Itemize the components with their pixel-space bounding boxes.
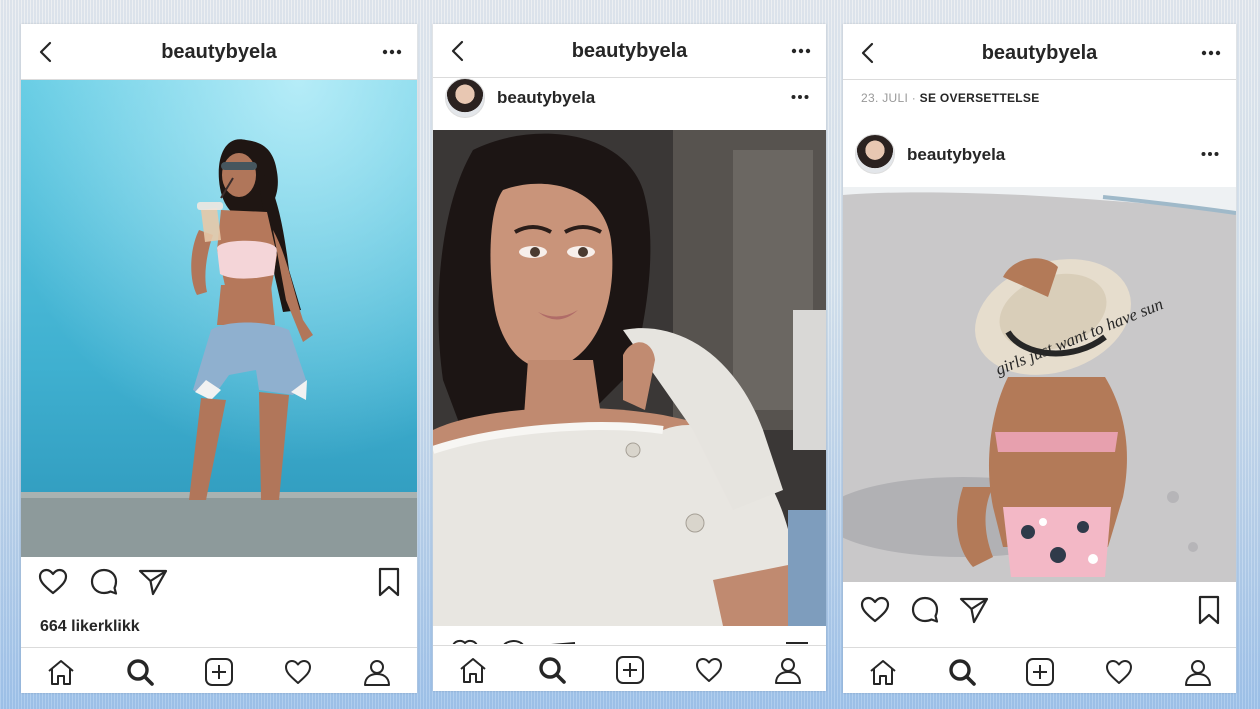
more-dots-icon[interactable] bbox=[1200, 150, 1220, 158]
post-username[interactable]: beautybyela bbox=[907, 145, 1005, 165]
photo-selfie bbox=[433, 130, 826, 626]
post-date: 23. JULI bbox=[861, 91, 909, 105]
heart-icon[interactable] bbox=[283, 657, 313, 687]
add-post-icon[interactable] bbox=[204, 657, 234, 687]
post-photo[interactable]: girls just want to have sun bbox=[843, 187, 1236, 582]
more-dots-icon[interactable] bbox=[381, 48, 403, 56]
bottom-nav bbox=[843, 647, 1236, 693]
page-title: beautybyela bbox=[981, 42, 1098, 64]
cropped-actions-row bbox=[433, 634, 826, 644]
search-icon[interactable] bbox=[125, 657, 155, 687]
more-dots-icon[interactable] bbox=[790, 47, 812, 55]
top-bar: beautybyela bbox=[843, 24, 1236, 80]
home-icon[interactable] bbox=[458, 655, 488, 685]
phone-screen-2: beautybyela beautybyela bbox=[433, 24, 826, 691]
bookmark-outline-icon[interactable] bbox=[1193, 594, 1225, 626]
heart-icon[interactable] bbox=[694, 655, 724, 685]
search-icon[interactable] bbox=[947, 657, 977, 687]
more-dots-icon[interactable] bbox=[1200, 49, 1222, 57]
add-post-icon[interactable] bbox=[615, 655, 645, 685]
home-icon[interactable] bbox=[46, 657, 76, 687]
separator: · bbox=[911, 91, 917, 105]
post-header: beautybyela bbox=[843, 134, 1236, 182]
post-header: beautybyela bbox=[433, 78, 826, 126]
post-date-line: 23. JULI · SE OVERSETTELSE bbox=[861, 91, 1040, 105]
cropped-action-icons bbox=[452, 639, 808, 644]
avatar[interactable] bbox=[445, 78, 485, 118]
search-icon[interactable] bbox=[537, 655, 567, 685]
top-bar: beautybyela bbox=[433, 24, 826, 78]
bottom-nav bbox=[433, 645, 826, 691]
post-actions bbox=[21, 566, 417, 610]
heart-outline-icon[interactable] bbox=[37, 566, 69, 598]
paper-plane-icon[interactable] bbox=[958, 594, 990, 626]
post-username[interactable]: beautybyela bbox=[497, 88, 595, 108]
heart-outline-icon[interactable] bbox=[859, 594, 891, 626]
photo-turquoise-wall bbox=[21, 80, 417, 557]
bottom-nav bbox=[21, 647, 417, 693]
heart-icon[interactable] bbox=[1104, 657, 1134, 687]
avatar[interactable] bbox=[855, 134, 895, 174]
post-photo[interactable] bbox=[21, 80, 417, 557]
post-photo[interactable] bbox=[433, 130, 826, 626]
bookmark-outline-icon[interactable] bbox=[373, 566, 405, 598]
photo-beach: girls just want to have sun bbox=[843, 187, 1236, 582]
home-icon[interactable] bbox=[868, 657, 898, 687]
paper-plane-icon[interactable] bbox=[137, 566, 169, 598]
page-title: beautybyela bbox=[161, 41, 277, 63]
post-actions bbox=[843, 594, 1236, 638]
phone-screen-1: beautybyela 664 likerklikk bbox=[21, 24, 417, 693]
comment-bubble-icon[interactable] bbox=[88, 566, 120, 598]
add-post-icon[interactable] bbox=[1025, 657, 1055, 687]
likes-count[interactable]: 664 likerklikk bbox=[40, 618, 140, 636]
phone-screen-3: beautybyela 23. JULI · SE OVERSETTELSE b… bbox=[843, 24, 1236, 693]
more-dots-icon[interactable] bbox=[790, 93, 810, 101]
see-translation-link[interactable]: SE OVERSETTELSE bbox=[920, 91, 1040, 105]
top-bar: beautybyela bbox=[21, 24, 417, 80]
comment-bubble-icon[interactable] bbox=[909, 594, 941, 626]
profile-icon[interactable] bbox=[773, 655, 803, 685]
profile-icon[interactable] bbox=[362, 657, 392, 687]
page-title: beautybyela bbox=[571, 40, 688, 62]
profile-icon[interactable] bbox=[1183, 657, 1213, 687]
